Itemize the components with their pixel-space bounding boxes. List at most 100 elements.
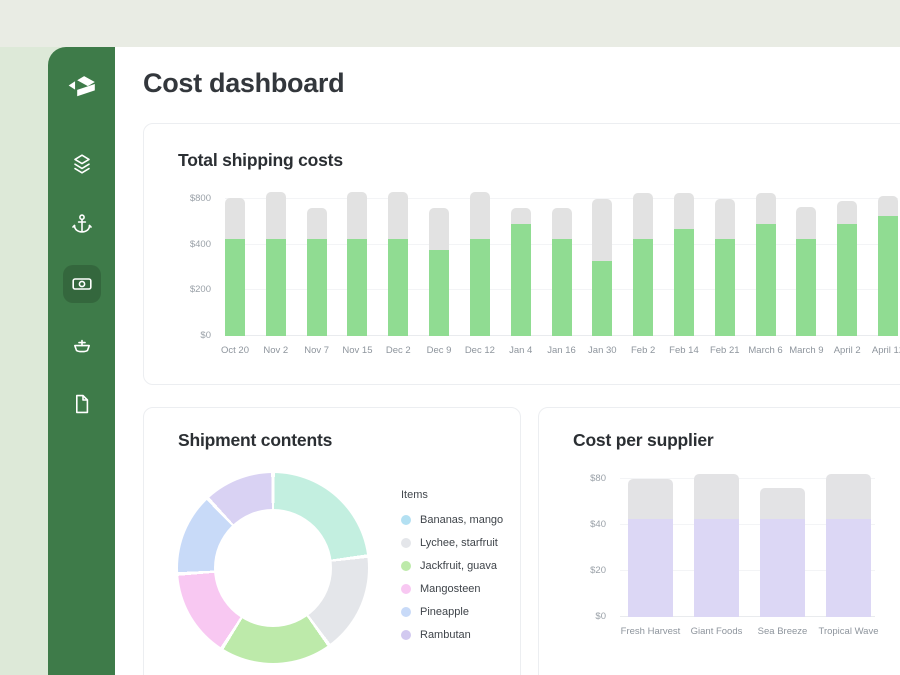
bar-segment-shipped-cost (592, 261, 612, 336)
stacked-bar[interactable] (388, 192, 408, 336)
bar-cell: Dec 12 (470, 192, 490, 336)
bar-segment-shipped-cost (266, 239, 286, 336)
stacked-bar[interactable] (511, 208, 531, 336)
bar-segment-cost (760, 519, 805, 617)
stacked-bar[interactable] (760, 488, 805, 617)
bar-cell: Nov 2 (266, 192, 286, 336)
x-tick-label: Dec 12 (465, 345, 495, 356)
bar-segment-shipped-cost (796, 239, 816, 336)
x-tick-label: Tropical Wave (818, 626, 878, 637)
supplier-costs-chart: $0$20$40$80Fresh Harvest Giant Foods Sea B… (573, 469, 875, 617)
shipment-contents-body: ItemsBananas, mangoLychee, starfruitJack… (178, 473, 486, 663)
bar-cell: March 9 (796, 207, 816, 336)
x-tick-label: Jan 4 (509, 345, 532, 356)
app-logo-box-icon (65, 71, 99, 101)
bar-cell: Fresh Harvest (628, 479, 673, 617)
bar-segment-shipped-cost (756, 224, 776, 336)
x-tick-label: Dec 2 (386, 345, 411, 356)
bar-segment-shipped-cost (633, 239, 653, 336)
sidebar-item-anchor[interactable] (63, 205, 101, 243)
bar-segment-cost (628, 519, 673, 617)
bar-segment-remainder (429, 208, 449, 250)
sidebar-item-layers[interactable] (63, 145, 101, 183)
stacked-bar[interactable] (628, 479, 673, 617)
stacked-bar[interactable] (470, 192, 490, 336)
x-tick-label: Nov 2 (263, 345, 288, 356)
bar-segment-remainder (694, 474, 739, 519)
y-axis: $0$20$40$80 (573, 469, 620, 617)
legend-item: Rambutan (401, 629, 503, 641)
shipment-contents-legend: ItemsBananas, mangoLychee, starfruitJack… (401, 489, 503, 663)
boat-icon (70, 332, 94, 356)
sidebar-item-costs[interactable] (63, 265, 101, 303)
sidebar-item-shipments[interactable] (63, 325, 101, 363)
stacked-bar[interactable] (307, 208, 327, 336)
x-tick-label: April 12 (872, 345, 900, 356)
stacked-bar[interactable] (552, 208, 572, 336)
bar-segment-remainder (266, 192, 286, 239)
bar-segment-shipped-cost (715, 239, 735, 336)
y-tick-label: $400 (190, 239, 211, 250)
legend-dot-icon (401, 584, 411, 594)
stacked-bar[interactable] (756, 193, 776, 336)
stacked-bar[interactable] (266, 192, 286, 336)
bar-segment-remainder (674, 193, 694, 228)
x-tick-label: Sea Breeze (758, 626, 808, 637)
bar-cell: Jan 16 (552, 208, 572, 336)
y-tick-label: $20 (590, 565, 606, 576)
bar-segment-shipped-cost (878, 216, 898, 336)
legend-item: Jackfruit, guava (401, 560, 503, 572)
legend-item-label: Jackfruit, guava (420, 560, 497, 572)
x-tick-label: Fresh Harvest (621, 626, 681, 637)
bar-segment-shipped-cost (837, 224, 857, 336)
bar-segment-shipped-cost (307, 239, 327, 336)
money-banknote-icon (70, 272, 94, 296)
stacked-bar[interactable] (674, 193, 694, 336)
bar-segment-remainder (760, 488, 805, 519)
bar-cell: April 2 (837, 201, 857, 336)
stacked-bar[interactable] (347, 192, 367, 336)
x-tick-label: Giant Foods (691, 626, 743, 637)
x-tick-label: Oct 20 (221, 345, 249, 356)
legend-dot-icon (401, 607, 411, 617)
y-tick-label: $200 (190, 284, 211, 295)
bar-segment-remainder (592, 199, 612, 261)
stacked-bar[interactable] (225, 198, 245, 336)
total-shipping-costs-card: Total shipping costs $0$200$400$800Oct 2… (143, 123, 900, 385)
bar-segment-shipped-cost (470, 239, 490, 336)
legend-item-label: Mangosteen (420, 583, 481, 595)
sidebar-item-documents[interactable] (63, 385, 101, 423)
bar-cell: Tropical Wave (826, 474, 871, 617)
stacked-bar[interactable] (837, 201, 857, 336)
shipment-contents-donut[interactable] (178, 473, 368, 663)
layers-icon (70, 152, 94, 176)
chart-plot-area: Oct 20Nov 2Nov 7Nov 15Dec 2Dec 9Dec 12Ja… (225, 189, 898, 336)
y-tick-label: $80 (590, 473, 606, 484)
bar-cell: Nov 15 (347, 192, 367, 336)
bar-segment-cost (826, 519, 871, 617)
stacked-bar[interactable] (429, 208, 449, 336)
stacked-bar[interactable] (878, 196, 898, 337)
bar-segment-shipped-cost (225, 239, 245, 336)
bar-segment-remainder (307, 208, 327, 239)
bar-segment-remainder (796, 207, 816, 239)
bar-cell: Jan 30 (592, 199, 612, 336)
bar-cell: Sea Breeze (760, 488, 805, 617)
bar-segment-shipped-cost (674, 229, 694, 336)
bar-segment-remainder (628, 479, 673, 519)
stacked-bar[interactable] (633, 193, 653, 336)
y-axis: $0$200$400$800 (178, 189, 225, 336)
stacked-bar[interactable] (592, 199, 612, 336)
bar-segment-remainder (388, 192, 408, 239)
anchor-icon (70, 212, 94, 236)
bar-cell: April 12 (878, 196, 898, 337)
bar-cell: Giant Foods (694, 474, 739, 617)
bar-cell: Feb 2 (633, 193, 653, 336)
stacked-bar[interactable] (826, 474, 871, 617)
legend-item-label: Lychee, starfruit (420, 537, 498, 549)
x-tick-label: Dec 9 (427, 345, 452, 356)
stacked-bar[interactable] (715, 199, 735, 336)
bar-segment-remainder (826, 474, 871, 519)
stacked-bar[interactable] (694, 474, 739, 617)
stacked-bar[interactable] (796, 207, 816, 336)
